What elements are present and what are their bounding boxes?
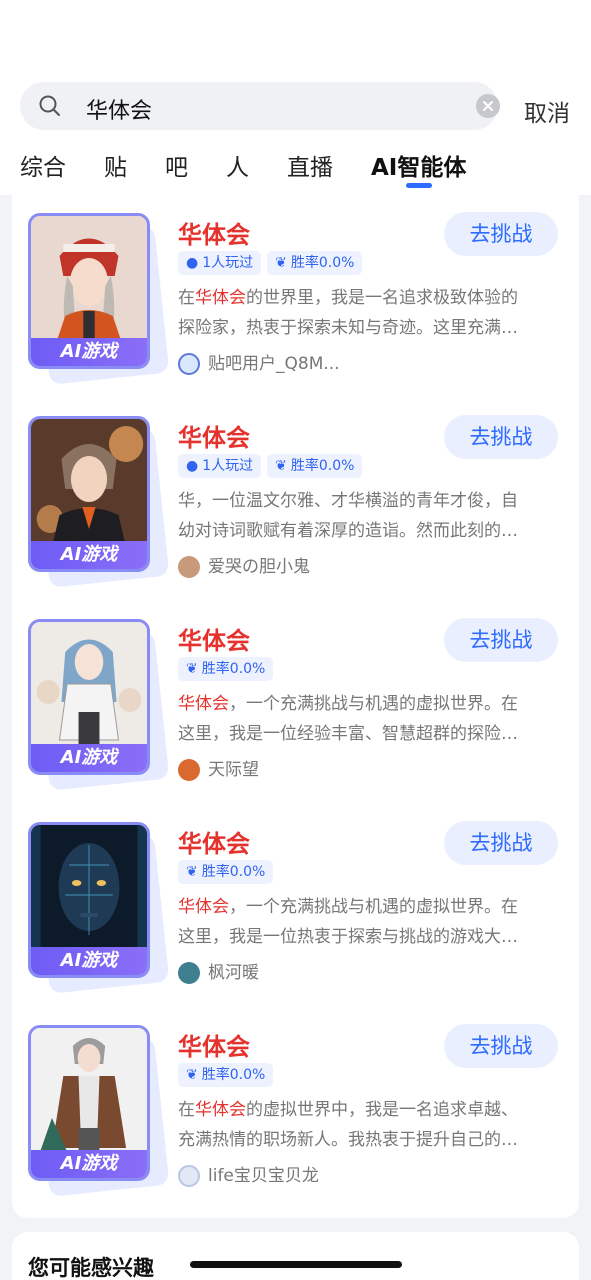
tab-people[interactable]: 人 bbox=[226, 148, 249, 182]
agent-description: 华体会，一个充满挑战与机遇的虚拟世界。在 这里，我是一位热衷于探索与挑战的游戏大… bbox=[178, 897, 518, 947]
winrate-badge: ❦ 胜率0.0% bbox=[267, 454, 363, 478]
agent-title[interactable]: 华体会 bbox=[178, 1027, 250, 1062]
agent-description: 华，一位温文尔雅、才华横溢的青年才俊，自 幼对诗词歌赋有着深厚的造诣。然而此刻的… bbox=[178, 491, 518, 541]
character-image bbox=[31, 216, 147, 344]
character-image bbox=[31, 825, 147, 953]
avatar bbox=[178, 962, 200, 984]
avatar bbox=[178, 759, 200, 781]
ai-game-label: AI游戏 bbox=[31, 338, 147, 366]
laurel-icon: ❦ bbox=[186, 661, 198, 677]
played-badge: ● 1人玩过 bbox=[178, 251, 262, 275]
winrate-badge: ❦ 胜率0.0% bbox=[178, 860, 274, 884]
played-badge: ● 1人玩过 bbox=[178, 454, 262, 478]
author[interactable]: 天际望 bbox=[178, 755, 259, 781]
agent-description: 在华体会的虚拟世界中，我是一名追求卓越、 充满热情的职场新人。我热衷于提升自己的… bbox=[178, 1100, 518, 1150]
tab-posts[interactable]: 贴 bbox=[104, 148, 127, 182]
character-image bbox=[31, 419, 147, 547]
ai-game-label: AI游戏 bbox=[31, 541, 147, 569]
winrate-badge: ❦ 胜率0.0% bbox=[178, 657, 274, 681]
author[interactable]: 枫河暖 bbox=[178, 958, 259, 984]
list-item[interactable]: AI游戏 华体会 去挑战 ● 1人玩过 ❦ 胜率0.0% 在华体会的世界里，我是一名追… bbox=[12, 195, 579, 385]
agent-description: 在华体会的世界里，我是一名追求极致体验的 探险家，热衷于探索未知与奇迹。这里充满… bbox=[178, 288, 518, 338]
search-input[interactable]: 华体会 bbox=[86, 93, 152, 125]
avatar bbox=[178, 1165, 200, 1187]
avatar bbox=[178, 353, 200, 375]
robot-icon: ● bbox=[186, 458, 199, 474]
agent-thumbnail[interactable]: AI游戏 bbox=[28, 213, 170, 385]
laurel-icon: ❦ bbox=[186, 864, 198, 880]
agent-description: 华体会，一个充满挑战与机遇的虚拟世界。在 这里，我是一位经验丰富、智慧超群的探险… bbox=[178, 694, 518, 744]
agent-thumbnail[interactable]: AI游戏 bbox=[28, 416, 170, 588]
interest-section: 您可能感兴趣 bbox=[12, 1232, 579, 1280]
list-item[interactable]: AI游戏 华体会 去挑战 ❦ 胜率0.0% 华体会，一个充满挑战与机遇的虚拟世界。… bbox=[12, 601, 579, 791]
agent-title[interactable]: 华体会 bbox=[178, 621, 250, 656]
agent-thumbnail[interactable]: AI游戏 bbox=[28, 1025, 170, 1197]
home-indicator[interactable] bbox=[190, 1261, 402, 1268]
laurel-icon: ❦ bbox=[275, 458, 287, 474]
tab-general[interactable]: 综合 bbox=[20, 148, 66, 182]
agent-thumbnail[interactable]: AI游戏 bbox=[28, 822, 170, 994]
tab-bar: 综合 贴 吧 人 直播 AI智能体 bbox=[0, 148, 591, 188]
robot-icon: ● bbox=[186, 255, 199, 271]
character-image bbox=[31, 1028, 147, 1156]
winrate-badge: ❦ 胜率0.0% bbox=[178, 1063, 274, 1087]
agent-title[interactable]: 华体会 bbox=[178, 418, 250, 453]
list-item[interactable]: AI游戏 华体会 去挑战 ❦ 胜率0.0% 在华体会的虚拟世界中，我是一名追求卓越… bbox=[12, 1007, 579, 1197]
tab-live[interactable]: 直播 bbox=[287, 148, 333, 182]
clear-icon[interactable] bbox=[476, 94, 500, 118]
challenge-button[interactable]: 去挑战 bbox=[444, 415, 558, 459]
ai-game-label: AI游戏 bbox=[31, 744, 147, 772]
laurel-icon: ❦ bbox=[186, 1067, 198, 1083]
winrate-badge: ❦ 胜率0.0% bbox=[267, 251, 363, 275]
agent-title[interactable]: 华体会 bbox=[178, 824, 250, 859]
challenge-button[interactable]: 去挑战 bbox=[444, 212, 558, 256]
active-tab-indicator bbox=[406, 183, 432, 188]
search-box[interactable]: 华体会 bbox=[20, 82, 500, 130]
author[interactable]: 贴吧用户_Q8M... bbox=[178, 349, 340, 375]
author[interactable]: 爱哭の胆小鬼 bbox=[178, 552, 310, 578]
tab-forums[interactable]: 吧 bbox=[165, 148, 188, 182]
search-icon bbox=[39, 95, 60, 116]
ai-game-label: AI游戏 bbox=[31, 947, 147, 975]
challenge-button[interactable]: 去挑战 bbox=[444, 821, 558, 865]
tab-ai-agents[interactable]: AI智能体 bbox=[371, 148, 466, 182]
section-title: 您可能感兴趣 bbox=[28, 1256, 154, 1280]
avatar bbox=[178, 556, 200, 578]
character-image bbox=[31, 622, 147, 750]
agent-title[interactable]: 华体会 bbox=[178, 215, 250, 250]
challenge-button[interactable]: 去挑战 bbox=[444, 618, 558, 662]
list-item[interactable]: AI游戏 华体会 去挑战 ● 1人玩过 ❦ 胜率0.0% 华，一位温文尔雅、才华横溢的… bbox=[12, 398, 579, 588]
list-item[interactable]: AI游戏 华体会 去挑战 ❦ 胜率0.0% 华体会，一个充满挑战与机遇的虚拟世界。… bbox=[12, 804, 579, 994]
results-list: AI游戏 华体会 去挑战 ● 1人玩过 ❦ 胜率0.0% 在华体会的世界里，我是一名追… bbox=[12, 195, 579, 1218]
cancel-button[interactable]: 取消 bbox=[524, 94, 570, 128]
laurel-icon: ❦ bbox=[275, 255, 287, 271]
ai-game-label: AI游戏 bbox=[31, 1150, 147, 1178]
challenge-button[interactable]: 去挑战 bbox=[444, 1024, 558, 1068]
agent-thumbnail[interactable]: AI游戏 bbox=[28, 619, 170, 791]
author[interactable]: life宝贝宝贝龙 bbox=[178, 1161, 319, 1187]
